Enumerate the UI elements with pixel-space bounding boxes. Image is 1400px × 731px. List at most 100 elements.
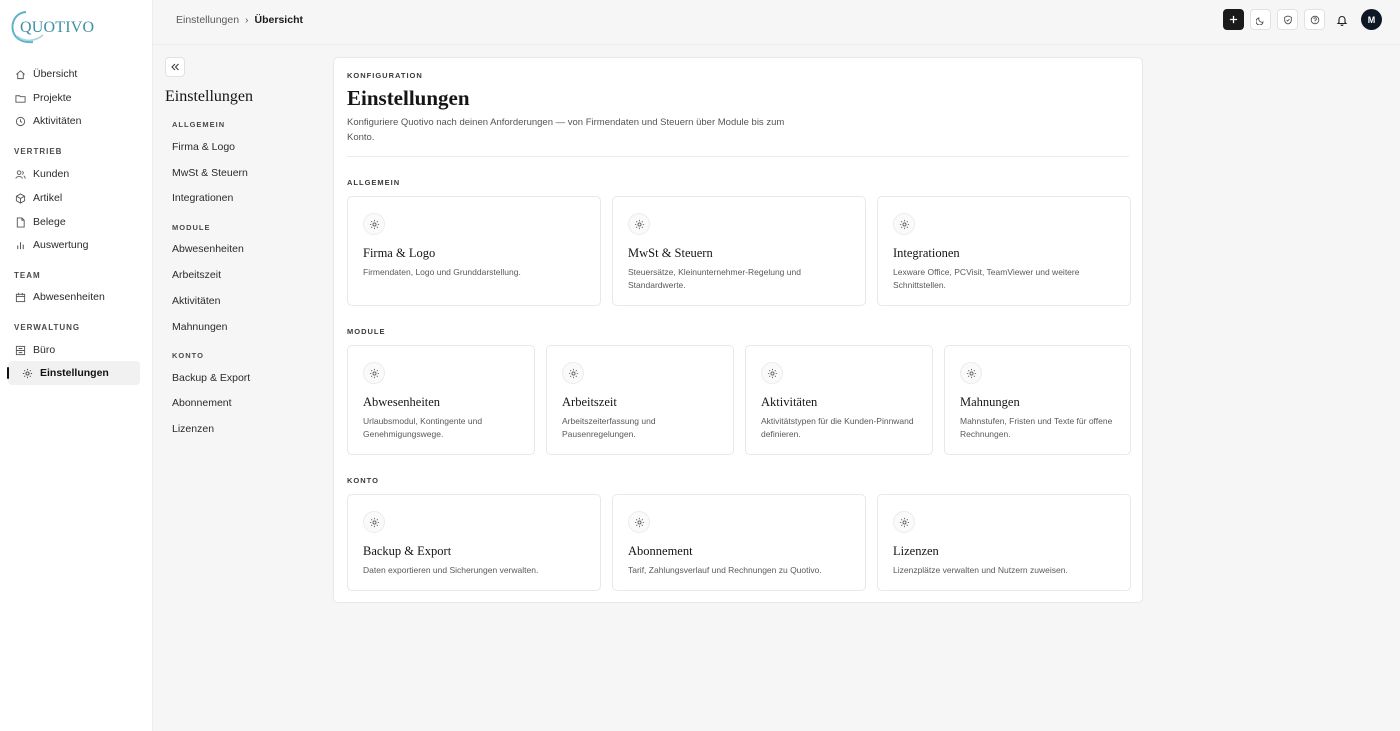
breadcrumb-current: Übersicht — [254, 14, 303, 26]
card-title: Abonnement — [628, 544, 693, 558]
breadcrumb-parent-link[interactable]: Einstellungen — [176, 14, 239, 26]
group-label-konto: KONTO — [347, 476, 379, 485]
gear-icon — [363, 362, 385, 384]
card-title: Lizenzen — [893, 544, 939, 558]
nav-item-buero[interactable]: Büro — [8, 338, 140, 362]
nav-item-uebersicht[interactable]: Übersicht — [8, 62, 140, 86]
nav-item-label: Übersicht — [33, 68, 78, 80]
subnav-item-abonnement[interactable]: Abonnement — [172, 397, 232, 409]
gear-icon — [628, 511, 650, 533]
card-title: MwSt & Steuern — [628, 246, 713, 260]
nav-item-label: Belege — [33, 216, 66, 228]
moon-icon — [1255, 16, 1264, 25]
card-title: Integrationen — [893, 246, 960, 260]
box-icon — [15, 192, 26, 204]
card-description: Arbeitszeiterfassung und Pausenregelunge… — [562, 416, 656, 439]
subnav-item-firma-logo[interactable]: Firma & Logo — [172, 141, 235, 153]
nav-item-label: Einstellungen — [40, 367, 109, 379]
card-description: Lexware Office, PCVisit, TeamViewer und … — [893, 267, 1080, 290]
nav-item-label: Artikel — [33, 192, 63, 204]
quotivo-logo[interactable]: QUOTIVO — [9, 9, 119, 45]
card-arbeitszeit[interactable]: Arbeitszeit Arbeitszeiterfassung und Pau… — [546, 345, 734, 455]
help-button[interactable] — [1304, 9, 1325, 30]
card-title: Aktivitäten — [761, 395, 818, 409]
subnav-section-allgemein: ALLGEMEIN — [172, 120, 226, 129]
nav-item-abwesenheiten[interactable]: Abwesenheiten — [8, 285, 140, 309]
gear-icon — [893, 511, 915, 533]
security-button[interactable] — [1277, 9, 1298, 30]
subnav-item-integrationen[interactable]: Integrationen — [172, 192, 233, 204]
nav-item-aktivitaeten[interactable]: Aktivitäten — [8, 109, 140, 133]
subnav-item-aktivitaeten[interactable]: Aktivitäten — [172, 295, 220, 307]
nav-item-label: Kunden — [33, 168, 70, 180]
card-firma-logo[interactable]: Firma & Logo Firmendaten, Logo und Grund… — [347, 196, 601, 306]
sidebar: QUOTIVO Übersicht Projekte Aktivitäten V… — [0, 0, 153, 731]
nav-item-label: Aktivitäten — [33, 115, 82, 127]
theme-toggle-button[interactable] — [1250, 9, 1271, 30]
card-mwst-steuern[interactable]: MwSt & Steuern Steuersätze, Kleinunterne… — [612, 196, 866, 306]
subnav-item-mwst-steuern[interactable]: MwSt & Steuern — [172, 167, 248, 179]
nav-section-vertrieb: VERTRIEB — [14, 147, 63, 156]
page-title: Einstellungen — [347, 86, 470, 110]
gear-icon — [363, 511, 385, 533]
nav-item-label: Abwesenheiten — [33, 291, 105, 303]
calendar-icon — [15, 292, 26, 303]
home-icon — [15, 69, 26, 80]
gear-icon — [893, 213, 915, 235]
help-icon — [1310, 15, 1319, 24]
nav-item-projekte[interactable]: Projekte — [8, 86, 140, 110]
card-mahnungen[interactable]: Mahnungen Mahnstufen, Fristen und Texte … — [944, 345, 1131, 455]
gear-icon — [960, 362, 982, 384]
file-icon — [15, 216, 26, 228]
card-description: Urlaubsmodul, Kontingente und Genehmigun… — [363, 416, 483, 439]
card-description: Tarif, Zahlungsverlauf und Rechnungen zu… — [628, 565, 822, 575]
logo-text: QUOTIVO — [20, 19, 95, 36]
office-icon — [15, 345, 26, 356]
card-description: Firmendaten, Logo und Grunddarstellung. — [363, 267, 521, 277]
nav-item-einstellungen[interactable]: Einstellungen — [7, 361, 140, 385]
subnav-item-arbeitszeit[interactable]: Arbeitszeit — [172, 269, 221, 281]
breadcrumb-separator: › — [245, 14, 249, 26]
nav-item-label: Büro — [33, 344, 56, 356]
settings-overview-panel: KONFIGURATION Einstellungen Konfiguriere… — [333, 57, 1143, 603]
nav-section-team: TEAM — [14, 271, 41, 280]
card-description: Mahnstufen, Fristen und Texte für offene… — [960, 416, 1113, 439]
card-title: Firma & Logo — [363, 246, 436, 260]
chevrons-left-icon — [171, 63, 179, 71]
card-abonnement[interactable]: Abonnement Tarif, Zahlungsverlauf und Re… — [612, 494, 866, 591]
card-integrationen[interactable]: Integrationen Lexware Office, PCVisit, T… — [877, 196, 1131, 306]
nav-item-auswertung[interactable]: Auswertung — [8, 233, 140, 257]
gear-icon — [22, 368, 33, 379]
folder-icon — [15, 93, 26, 104]
card-title: Abwesenheiten — [363, 395, 441, 409]
topbar: Einstellungen › Übersicht M — [153, 0, 1400, 45]
notifications-button[interactable] — [1331, 9, 1352, 30]
subnav-title: Einstellungen — [165, 88, 253, 105]
card-backup-export[interactable]: Backup & Export Daten exportieren und Si… — [347, 494, 601, 591]
clock-icon — [15, 116, 26, 127]
divider — [347, 156, 1129, 157]
subnav-item-backup-export[interactable]: Backup & Export — [172, 372, 250, 384]
gear-icon — [761, 362, 783, 384]
subnav-item-mahnungen[interactable]: Mahnungen — [172, 321, 227, 333]
card-title: Backup & Export — [363, 544, 452, 558]
breadcrumb: Einstellungen › Übersicht — [176, 14, 303, 26]
bell-icon — [1336, 15, 1347, 26]
bar-chart-icon — [15, 240, 26, 251]
card-lizenzen[interactable]: Lizenzen Lizenzplätze verwalten und Nutz… — [877, 494, 1131, 591]
subnav-section-konto: KONTO — [172, 351, 204, 360]
page-eyebrow: KONFIGURATION — [347, 71, 423, 80]
shield-icon — [1283, 15, 1292, 24]
card-title: Mahnungen — [960, 395, 1020, 409]
nav-item-kunden[interactable]: Kunden — [8, 162, 140, 186]
subnav-item-lizenzen[interactable]: Lizenzen — [172, 423, 214, 435]
nav-item-belege[interactable]: Belege — [8, 210, 140, 234]
add-button[interactable] — [1223, 9, 1244, 30]
card-aktivitaeten[interactable]: Aktivitäten Aktivitätstypen für die Kund… — [745, 345, 933, 455]
collapse-subnav-button[interactable] — [165, 57, 185, 77]
card-description: Daten exportieren und Sicherungen verwal… — [363, 565, 539, 575]
subnav-item-abwesenheiten[interactable]: Abwesenheiten — [172, 243, 244, 255]
user-avatar[interactable]: M — [1361, 9, 1382, 30]
nav-item-artikel[interactable]: Artikel — [8, 186, 140, 210]
card-abwesenheiten[interactable]: Abwesenheiten Urlaubsmodul, Kontingente … — [347, 345, 535, 455]
